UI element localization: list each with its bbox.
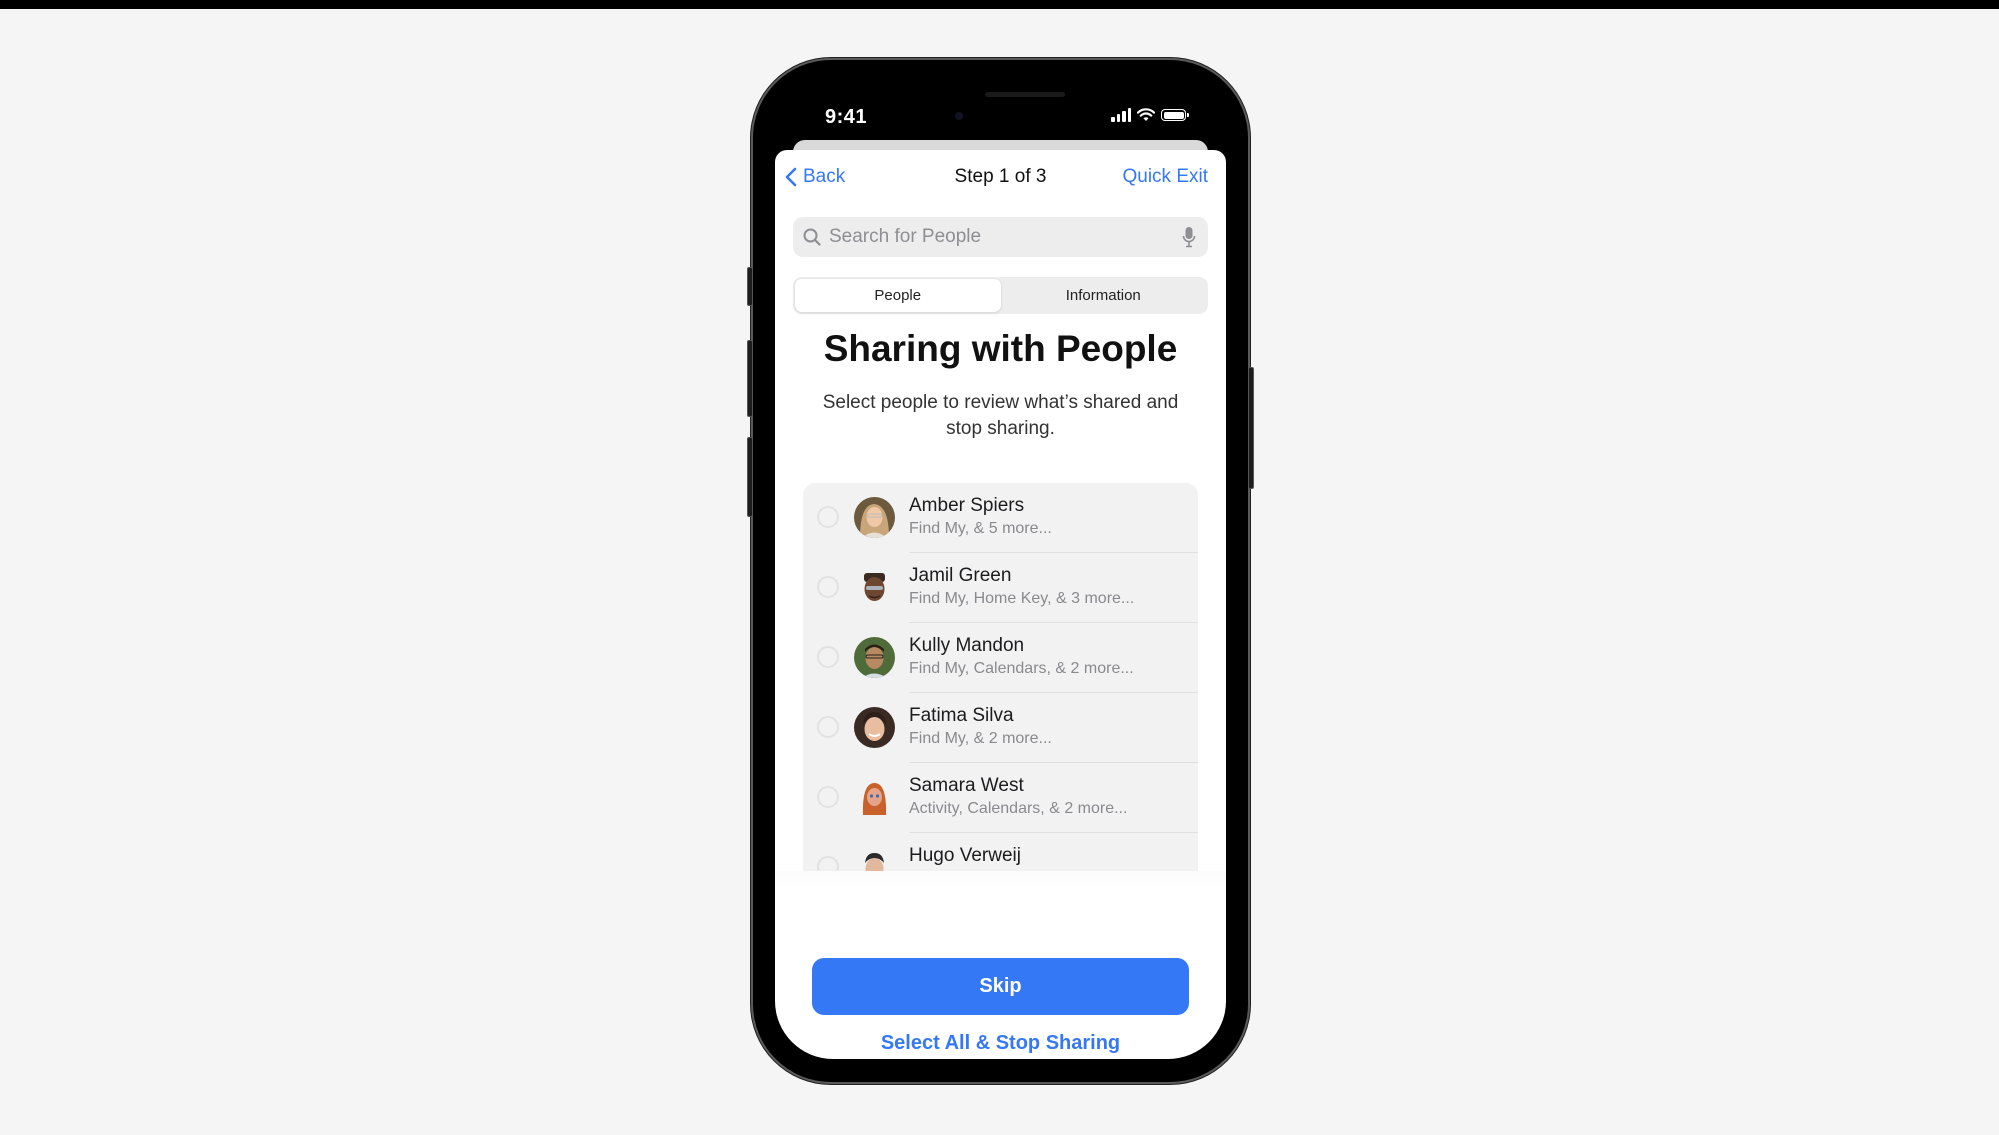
front-camera (955, 112, 963, 120)
back-button[interactable]: Back (785, 166, 845, 188)
segmented-control: People Information (793, 277, 1208, 314)
person-name: Fatima Silva (909, 705, 1014, 726)
safety-check-sheet: Back Step 1 of 3 Quick Exit People (775, 150, 1226, 1059)
avatar (854, 847, 895, 871)
list-item[interactable]: Kully Mandon Find My, Calendars, & 2 mor… (803, 623, 1198, 693)
tab-information[interactable]: Information (1001, 279, 1207, 312)
list-fade-overlay (775, 871, 1226, 891)
avatar (854, 567, 895, 608)
status-icons (1111, 108, 1189, 122)
cellular-signal-icon (1111, 108, 1131, 122)
list-item[interactable]: Samara West Activity, Calendars, & 2 mor… (803, 763, 1198, 833)
people-list: Amber Spiers Find My, & 5 more... Jamil … (803, 483, 1198, 871)
battery-icon (1161, 109, 1189, 121)
volume-down-button (747, 437, 753, 517)
person-shared-items: Activity, Calendars, & 2 more... (909, 800, 1128, 817)
phone-screen: 9:41 Back Step 1 of 3 Quick Exit Search … (775, 82, 1226, 1059)
search-icon (803, 228, 821, 246)
selection-radio[interactable] (817, 856, 839, 871)
list-item[interactable]: Jamil Green Find My, Home Key, & 3 more.… (803, 553, 1198, 623)
page-description: Select people to review what’s shared an… (822, 392, 1179, 439)
selection-radio[interactable] (817, 716, 839, 738)
selection-radio[interactable] (817, 646, 839, 668)
action-button (747, 267, 753, 306)
selection-radio[interactable] (817, 786, 839, 808)
power-button (1248, 367, 1254, 489)
avatar (854, 707, 895, 748)
person-name: Amber Spiers (909, 495, 1025, 516)
person-name: Hugo Verweij (909, 845, 1021, 866)
tab-people[interactable]: People (795, 279, 1001, 312)
top-letterbox-bar (0, 0, 1999, 9)
person-name: Jamil Green (909, 565, 1012, 586)
person-shared-items: Find My, Calendars, & 2 more... (909, 660, 1134, 677)
selection-radio[interactable] (817, 576, 839, 598)
earpiece-speaker (985, 92, 1065, 97)
avatar (854, 777, 895, 818)
avatar (854, 497, 895, 538)
iphone-frame: 9:41 Back Step 1 of 3 Quick Exit Search … (747, 60, 1254, 1082)
volume-up-button (747, 340, 753, 417)
person-name: Samara West (909, 775, 1024, 796)
person-shared-items: Find My, & 2 more... (909, 730, 1052, 747)
person-shared-items: Find My, & 5 more... (909, 520, 1052, 537)
page-title: Sharing with People (823, 328, 1178, 369)
avatar (854, 637, 895, 678)
wifi-icon (1137, 108, 1155, 121)
person-shared-items: Find My, Home Key, & 3 more... (909, 590, 1135, 607)
navigation-bar: Back Step 1 of 3 Quick Exit (775, 164, 1226, 192)
quick-exit-button[interactable]: Quick Exit (1122, 166, 1208, 188)
select-all-stop-sharing-button[interactable]: Select All & Stop Sharing (775, 1032, 1226, 1055)
list-item[interactable]: Amber Spiers Find My, & 5 more... (803, 483, 1198, 553)
selection-radio[interactable] (817, 506, 839, 528)
status-time: 9:41 (825, 106, 868, 128)
back-label: Back (803, 166, 846, 187)
search-input[interactable] (827, 225, 1182, 249)
search-bar[interactable] (793, 217, 1208, 257)
list-item[interactable]: Hugo Verweij (803, 833, 1198, 871)
list-item[interactable]: Fatima Silva Find My, & 2 more... (803, 693, 1198, 763)
skip-button[interactable]: Skip (812, 958, 1189, 1015)
chevron-left-icon (785, 167, 797, 187)
person-name: Kully Mandon (909, 635, 1025, 656)
microphone-icon[interactable] (1182, 226, 1196, 248)
